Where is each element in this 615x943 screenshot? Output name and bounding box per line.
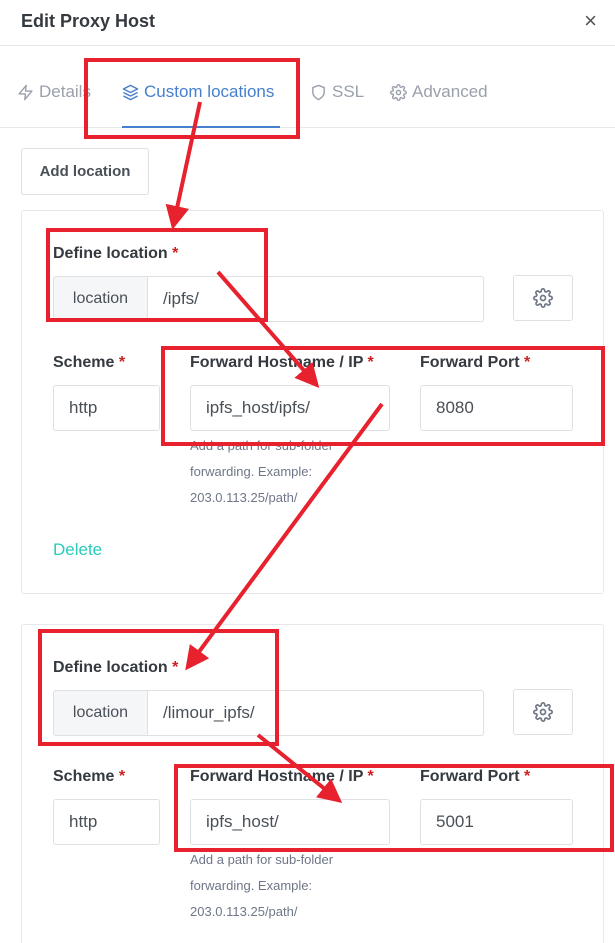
location-path-input[interactable]: /limour_ipfs/ bbox=[148, 690, 484, 736]
location-settings-button[interactable] bbox=[513, 689, 573, 735]
tab-label: Custom locations bbox=[144, 82, 275, 101]
forward-host-label: Forward Hostname / IP * bbox=[190, 768, 374, 785]
forward-port-label: Forward Port * bbox=[420, 354, 531, 371]
tab-custom-locations[interactable]: Custom locations bbox=[122, 82, 274, 102]
forward-host-label: Forward Hostname / IP * bbox=[190, 354, 374, 371]
delete-location-link[interactable]: Delete bbox=[53, 540, 102, 560]
gear-icon bbox=[533, 288, 553, 308]
tab-label: Advanced bbox=[412, 82, 488, 101]
shield-icon bbox=[312, 84, 325, 100]
scheme-input[interactable]: http bbox=[53, 385, 160, 431]
tab-label: Details bbox=[39, 82, 91, 101]
location-prefix: location bbox=[53, 690, 148, 736]
location-path-input[interactable]: /ipfs/ bbox=[148, 276, 484, 322]
location-prefix: location bbox=[53, 276, 148, 322]
modal-title: Edit Proxy Host bbox=[21, 11, 156, 31]
forward-host-input[interactable]: ipfs_host/ bbox=[190, 799, 390, 845]
location-card-1: Define location * location /ipfs/ Scheme… bbox=[21, 210, 604, 594]
forward-port-label: Forward Port * bbox=[420, 768, 531, 785]
define-location-label: Define location * bbox=[53, 659, 179, 676]
forward-host-help-text: Add a path for sub-folder forwarding. Ex… bbox=[190, 438, 334, 505]
scheme-input[interactable]: http bbox=[53, 799, 160, 845]
gear-icon bbox=[533, 702, 553, 722]
add-location-button[interactable]: Add location bbox=[21, 148, 149, 195]
gear-icon bbox=[390, 83, 407, 101]
tab-bar: Details Custom locations SSL Advanced bbox=[0, 46, 615, 128]
layers-icon bbox=[122, 84, 139, 100]
forward-host-help-text: Add a path for sub-folder forwarding. Ex… bbox=[190, 852, 334, 919]
bolt-icon bbox=[18, 84, 33, 100]
tab-advanced[interactable]: Advanced bbox=[390, 82, 488, 102]
location-card-2: Define location * location /limour_ipfs/… bbox=[21, 624, 604, 943]
define-location-label: Define location * bbox=[53, 245, 179, 262]
tab-details[interactable]: Details bbox=[17, 82, 91, 102]
scheme-label: Scheme * bbox=[53, 768, 126, 785]
active-tab-indicator bbox=[122, 126, 280, 128]
modal-header: Edit Proxy Host × bbox=[0, 0, 615, 46]
location-settings-button[interactable] bbox=[513, 275, 573, 321]
forward-host-input[interactable]: ipfs_host/ipfs/ bbox=[190, 385, 390, 431]
tab-label: SSL bbox=[332, 82, 365, 101]
close-icon[interactable]: × bbox=[584, 10, 597, 32]
forward-port-input[interactable]: 5001 bbox=[420, 799, 573, 845]
tab-ssl[interactable]: SSL bbox=[310, 82, 364, 102]
scheme-label: Scheme * bbox=[53, 354, 126, 371]
forward-port-input[interactable]: 8080 bbox=[420, 385, 573, 431]
